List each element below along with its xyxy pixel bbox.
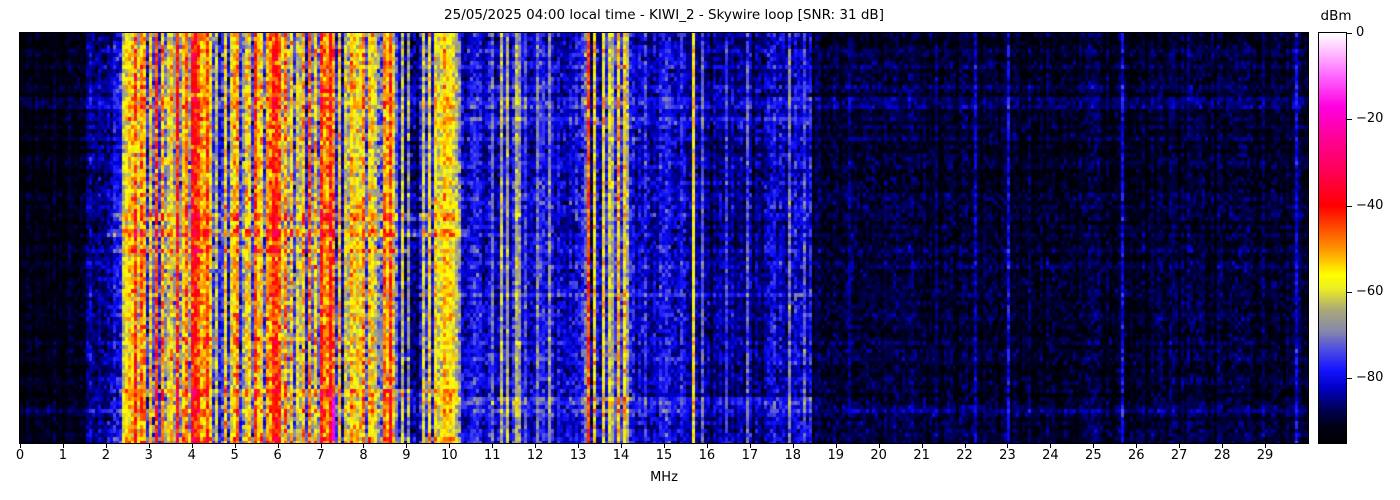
colorbar-tick-label: 0 <box>1356 24 1365 40</box>
x-tick-label: 27 <box>1170 448 1188 463</box>
x-tick-label: 14 <box>612 448 630 463</box>
x-tick-label: 20 <box>870 448 887 463</box>
x-tick-label: 8 <box>359 448 368 463</box>
x-tick-label: 5 <box>230 448 239 463</box>
x-tick-label: 21 <box>913 448 930 463</box>
colorbar-tick-mark <box>1347 205 1352 207</box>
x-tick-label: 7 <box>316 448 325 463</box>
colorbar-tick-mark <box>1347 119 1352 121</box>
spectrogram-canvas <box>20 33 1308 443</box>
x-tick-label: 0 <box>15 448 25 463</box>
x-axis-label: MHz <box>650 470 678 485</box>
colorbar-tick-label: −40 <box>1356 197 1384 213</box>
x-tick-label: 3 <box>144 448 153 463</box>
x-tick-label: 10 <box>441 448 458 463</box>
x-tick-label: 25 <box>1085 448 1102 463</box>
x-tick-label: 17 <box>741 448 759 463</box>
colorbar-tick-label: −80 <box>1356 370 1384 385</box>
x-tick-label: 12 <box>526 448 544 463</box>
colorbar <box>1318 32 1347 444</box>
x-tick-label: 16 <box>698 448 716 463</box>
colorbar-tick-label: −20 <box>1356 111 1384 127</box>
colorbar-tick-mark <box>1347 33 1352 34</box>
x-tick-label: 22 <box>956 448 973 463</box>
x-tick-label: 13 <box>569 448 587 463</box>
x-tick-label: 15 <box>655 448 673 463</box>
plot-area <box>19 32 1309 444</box>
x-tick-label: 11 <box>483 448 501 463</box>
colorbar-gradient-canvas <box>1319 33 1346 443</box>
colorbar-tick-label: −60 <box>1356 283 1384 299</box>
x-tick-label: 6 <box>273 448 282 463</box>
x-tick-label: 9 <box>402 448 411 463</box>
spectrogram-figure: 25/05/2025 04:00 local time - KIWI_2 - S… <box>0 0 1400 500</box>
x-tick-label: 23 <box>999 448 1016 463</box>
x-tick-label: 4 <box>187 448 196 463</box>
colorbar-tick-mark <box>1347 378 1352 380</box>
x-tick-label: 24 <box>1042 448 1059 463</box>
x-tick-label: 18 <box>784 448 802 463</box>
x-tick-label: 1 <box>58 448 68 463</box>
colorbar-tick-mark <box>1347 291 1352 293</box>
x-tick-label: 19 <box>827 448 844 463</box>
x-tick-label: 29 <box>1256 448 1274 463</box>
chart-title: 25/05/2025 04:00 local time - KIWI_2 - S… <box>444 7 884 23</box>
x-tick-label: 26 <box>1127 448 1145 463</box>
x-tick-label: 28 <box>1213 448 1231 463</box>
x-tick-label: 2 <box>101 448 110 463</box>
colorbar-unit-label: dBm <box>1320 8 1352 24</box>
